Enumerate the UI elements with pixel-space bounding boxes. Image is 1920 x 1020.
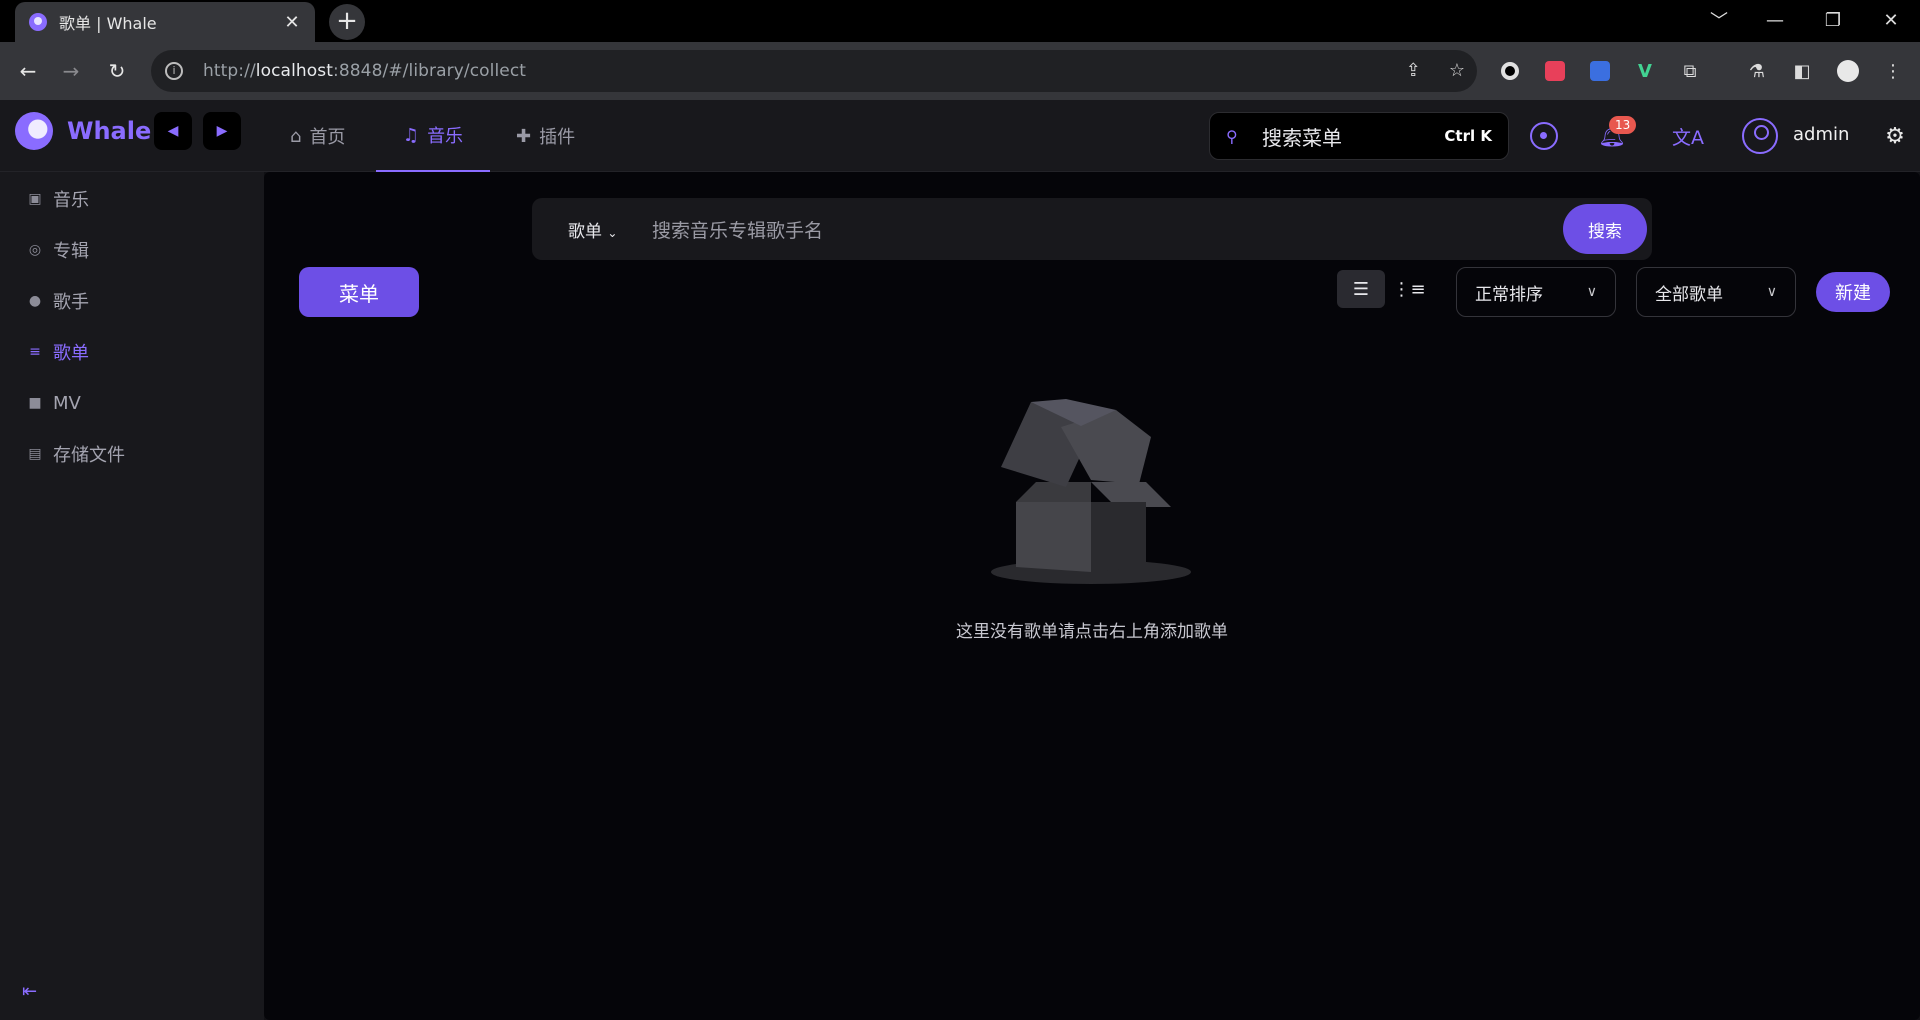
browser-tab[interactable]: 歌单 | Whale ✕	[15, 2, 315, 42]
close-window-button[interactable]: ✕	[1868, 0, 1914, 40]
home-icon: ⌂	[290, 125, 302, 147]
view-toggle: ☰ ⋮≡	[1337, 270, 1433, 308]
music-icon: ♫	[402, 124, 420, 146]
search-scope-select[interactable]: 歌单 ⌄	[568, 217, 628, 242]
sidebar-item-storage[interactable]: ▤ 存储文件	[26, 439, 125, 469]
chevron-down-icon: ∨	[1586, 284, 1597, 300]
restore-button[interactable]: ❐	[1810, 0, 1856, 40]
empty-box-illustration	[991, 399, 1191, 584]
search-icon: ⚲	[1226, 126, 1238, 146]
username[interactable]: admin	[1793, 124, 1849, 145]
playlist-icon: ≡	[29, 344, 41, 360]
notification-badge: 13	[1609, 116, 1637, 134]
avatar[interactable]	[1742, 118, 1778, 154]
brand-name: Whale	[67, 117, 152, 145]
side-panel-icon[interactable]: ◧	[1790, 59, 1814, 83]
nav-music[interactable]: ♫ 音乐	[376, 100, 490, 172]
share-icon[interactable]: ⇪	[1406, 60, 1421, 81]
sidebar-item-music[interactable]: ▣ 音乐	[26, 184, 89, 214]
search-shortcut: Ctrl K	[1444, 127, 1492, 145]
forward-arrow-icon[interactable]: →	[54, 54, 88, 88]
nav-plugins-label: 插件	[539, 127, 576, 148]
app-root: Whale ◀ ▶ ⌂ 首页 ♫ 音乐 ✚ 插件 ⚲ 搜索菜单 Ctrl K 🔔…	[0, 100, 1920, 1020]
nav-home[interactable]: ⌂ 首页	[290, 100, 354, 172]
settings-gear-icon[interactable]: ⚙	[1879, 120, 1911, 152]
search-scope-label: 歌单	[568, 221, 602, 242]
language-icon[interactable]: 文A	[1672, 120, 1704, 152]
compact-list-view-icon[interactable]: ⋮≡	[1385, 270, 1433, 308]
album-icon: ◎	[28, 242, 42, 258]
sidebar: ▣ 音乐 ◎ 专辑 ● 歌手 ≡ 歌单 ■ MV ▤ 存储文件 ⇤	[0, 172, 264, 1020]
nav-back-button[interactable]: ◀	[154, 112, 192, 150]
browser-menu-icon[interactable]: ⋮	[1881, 59, 1905, 83]
video-icon: ■	[28, 395, 42, 411]
sidebar-item-artists[interactable]: ● 歌手	[26, 286, 89, 316]
chevron-down-icon: ∨	[1766, 284, 1777, 300]
address-bar[interactable]: i http://localhost:8848/#/library/collec…	[151, 50, 1477, 92]
music-icon: ▣	[28, 191, 42, 207]
extension-shield-icon[interactable]	[1588, 59, 1612, 83]
playlist-filter-select[interactable]: 全部歌单 ∨	[1636, 267, 1796, 317]
search-menu-label: 搜索菜单	[1262, 125, 1342, 150]
sort-select[interactable]: 正常排序 ∨	[1456, 267, 1616, 317]
app-header: Whale ◀ ▶ ⌂ 首页 ♫ 音乐 ✚ 插件 ⚲ 搜索菜单 Ctrl K 🔔…	[0, 100, 1920, 172]
puzzle-icon: ✚	[516, 125, 532, 147]
profile-icon[interactable]	[1836, 59, 1860, 83]
search-menu-button[interactable]: ⚲ 搜索菜单 Ctrl K	[1209, 112, 1509, 160]
whale-logo-icon	[15, 112, 53, 150]
sidebar-item-label: 存储文件	[53, 445, 125, 466]
filter-select-value: 全部歌单	[1655, 284, 1723, 305]
nav-forward-button[interactable]: ▶	[203, 112, 241, 150]
user-icon: ●	[28, 293, 42, 309]
sort-select-value: 正常排序	[1475, 284, 1543, 305]
sidebar-item-albums[interactable]: ◎ 专辑	[26, 235, 89, 265]
empty-state-text: 这里没有歌单请点击右上角添加歌单	[956, 622, 1228, 642]
collapse-sidebar-icon[interactable]: ⇤	[22, 981, 37, 1002]
search-input[interactable]: 搜索音乐专辑歌手名	[652, 216, 1563, 243]
reload-icon[interactable]: ↻	[100, 54, 134, 88]
browser-tabstrip: 歌单 | Whale ✕ + ﹀ — ❐ ✕	[0, 0, 1920, 42]
whale-favicon-icon	[29, 13, 47, 31]
list-view-icon[interactable]: ☰	[1337, 270, 1385, 308]
browser-toolbar: ← → ↻ i http://localhost:8848/#/library/…	[0, 42, 1920, 100]
github-icon[interactable]	[1528, 120, 1560, 152]
folder-icon: ▤	[28, 446, 42, 462]
sidebar-item-label: 歌单	[53, 343, 89, 364]
tab-title: 歌单 | Whale	[59, 14, 157, 33]
chevron-down-icon: ⌄	[607, 225, 618, 240]
nav-music-label: 音乐	[427, 126, 464, 147]
sidebar-item-playlists[interactable]: ≡ 歌单	[26, 337, 89, 367]
back-arrow-icon[interactable]: ←	[11, 54, 45, 88]
nav-home-label: 首页	[309, 127, 346, 148]
labs-flask-icon[interactable]: ⚗	[1745, 59, 1769, 83]
sidebar-item-label: 专辑	[53, 241, 89, 262]
site-info-icon[interactable]: i	[165, 62, 183, 80]
search-button[interactable]: 搜索	[1563, 204, 1647, 254]
extension-record-icon[interactable]	[1498, 59, 1522, 83]
new-playlist-button[interactable]: 新建	[1816, 272, 1890, 312]
menu-button[interactable]: 菜单	[299, 267, 419, 317]
library-search-bar: 歌单 ⌄ 搜索音乐专辑歌手名 搜索	[532, 198, 1652, 260]
tab-close-icon[interactable]: ✕	[283, 12, 301, 33]
nav-plugins[interactable]: ✚ 插件	[516, 100, 586, 172]
sidebar-item-label: 音乐	[53, 190, 89, 211]
extension-translate-icon[interactable]	[1543, 59, 1567, 83]
sidebar-item-label: 歌手	[53, 292, 89, 313]
extensions-puzzle-icon[interactable]: ⧉	[1678, 59, 1702, 83]
url-text[interactable]: http://localhost:8848/#/library/collect	[203, 61, 526, 81]
main-content: 歌单 ⌄ 搜索音乐专辑歌手名 搜索 菜单 ☰ ⋮≡ 正常排序 ∨ 全部歌单 ∨ …	[264, 172, 1920, 1020]
sidebar-item-label: MV	[53, 392, 81, 414]
extension-vue-icon[interactable]: V	[1633, 59, 1657, 83]
new-tab-button[interactable]: +	[329, 4, 365, 40]
minimize-button[interactable]: —	[1752, 0, 1798, 40]
tab-search-icon[interactable]: ﹀	[1696, 0, 1742, 40]
sidebar-item-mv[interactable]: ■ MV	[26, 388, 81, 418]
bookmark-star-icon[interactable]: ☆	[1449, 60, 1465, 81]
